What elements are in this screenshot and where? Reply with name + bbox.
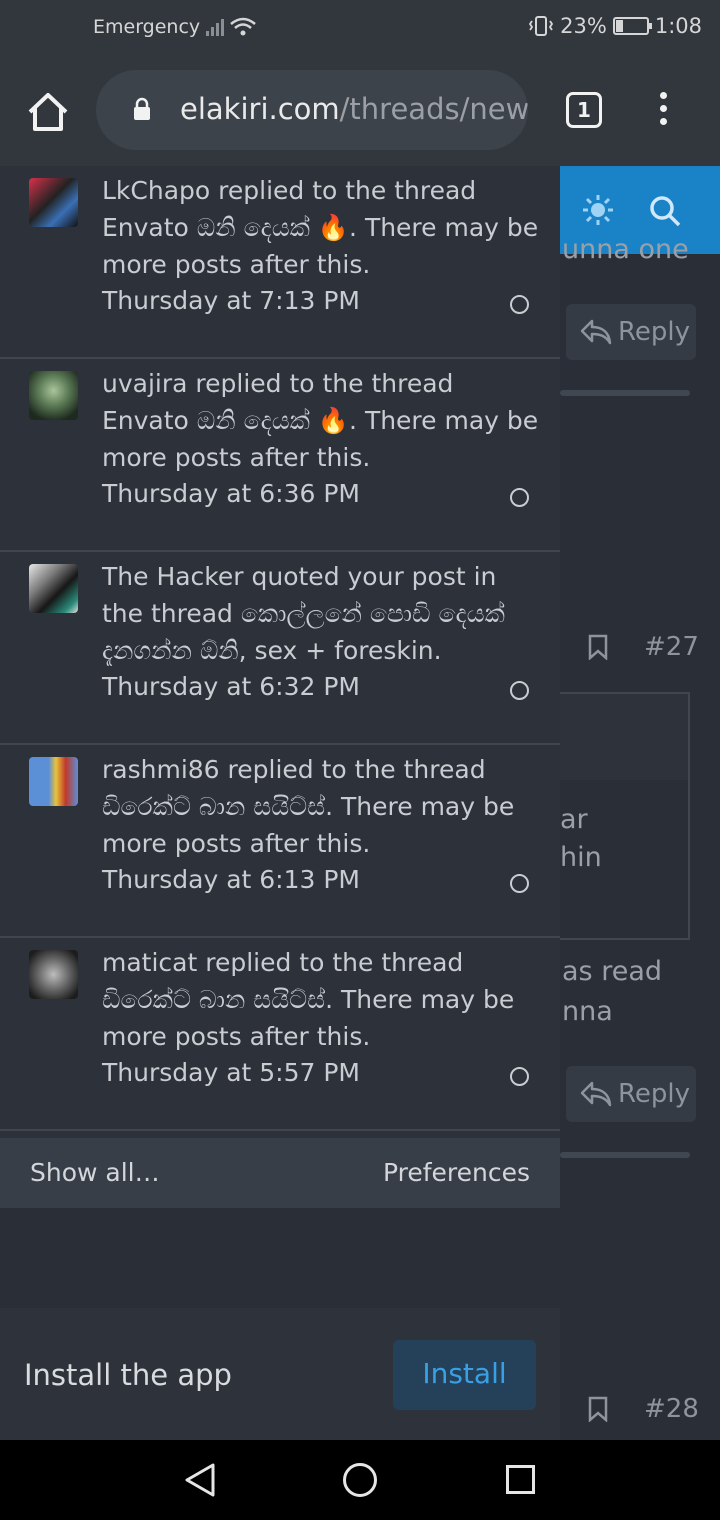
lock-icon <box>134 97 150 120</box>
reply-icon <box>580 1081 612 1107</box>
home-nav-icon[interactable] <box>343 1463 377 1497</box>
wifi-icon <box>230 17 256 36</box>
address-bar[interactable]: elakiri.com/threads/new <box>96 70 528 150</box>
reply-button[interactable]: Reply <box>566 1066 696 1122</box>
clock: 1:08 <box>654 14 702 38</box>
mark-read-icon[interactable] <box>510 874 529 893</box>
notification-time: Thursday at 5:57 PM <box>102 1058 360 1087</box>
notification-item[interactable]: maticat replied to the thread ඩිරෙක්ට් බ… <box>0 938 560 1131</box>
mark-read-icon[interactable] <box>510 488 529 507</box>
background-page: unna one Reply #27 ar hin as read nna Re… <box>560 166 720 1440</box>
browser-toolbar: elakiri.com/threads/new 1 <box>0 56 720 166</box>
background-text: hin <box>560 842 602 873</box>
background-text: unna one <box>562 234 689 265</box>
avatar[interactable] <box>29 178 78 227</box>
reply-label: Reply <box>618 317 691 347</box>
show-all-link[interactable]: Show all… <box>30 1158 160 1187</box>
overflow-menu-icon[interactable] <box>656 92 670 132</box>
search-icon[interactable] <box>648 194 682 228</box>
reply-button[interactable]: Reply <box>566 304 696 360</box>
reply-icon <box>580 319 612 345</box>
bookmark-icon[interactable] <box>588 1396 608 1422</box>
install-button[interactable]: Install <box>393 1340 536 1410</box>
background-text: nna <box>562 996 613 1027</box>
install-app-banner: Install the app Install <box>0 1308 560 1440</box>
avatar[interactable] <box>29 371 78 420</box>
home-icon[interactable] <box>26 90 70 134</box>
notification-time: Thursday at 6:32 PM <box>102 672 360 701</box>
tabs-icon[interactable]: 1 <box>566 92 602 128</box>
notification-text[interactable]: uvajira replied to the thread Envato ඔනි… <box>102 365 542 476</box>
background-text: as read <box>562 956 662 987</box>
mark-read-icon[interactable] <box>510 681 529 700</box>
battery-icon <box>612 17 652 35</box>
post-number[interactable]: #28 <box>644 1394 699 1424</box>
avatar[interactable] <box>29 950 78 999</box>
notification-text[interactable]: rashmi86 replied to the thread ඩිරෙක්ට් … <box>102 751 542 862</box>
notification-time: Thursday at 6:36 PM <box>102 479 360 508</box>
notifications-footer: Show all… Preferences <box>0 1138 560 1208</box>
preferences-link[interactable]: Preferences <box>383 1158 530 1187</box>
url-path: /threads/new <box>339 92 528 126</box>
panel-empty-area <box>0 1208 560 1308</box>
bookmark-icon[interactable] <box>588 634 608 660</box>
status-bar: Emergency 23% 1:08 <box>0 0 720 56</box>
back-icon[interactable] <box>184 1462 216 1498</box>
theme-toggle-icon[interactable] <box>582 194 614 226</box>
mark-read-icon[interactable] <box>510 295 529 314</box>
url-domain: elakiri.com <box>180 92 340 126</box>
signal-icon <box>206 18 225 36</box>
reply-label: Reply <box>618 1079 691 1109</box>
post-number[interactable]: #27 <box>644 632 699 662</box>
notification-text[interactable]: maticat replied to the thread ඩිරෙක්ට් බ… <box>102 944 542 1055</box>
background-text: ar <box>560 804 588 835</box>
mark-read-icon[interactable] <box>510 1067 529 1086</box>
avatar[interactable] <box>29 564 78 613</box>
divider <box>560 1152 690 1158</box>
notification-item[interactable]: uvajira replied to the thread Envato ඔනි… <box>0 359 560 552</box>
battery-percent: 23% <box>560 14 607 38</box>
notification-time: Thursday at 7:13 PM <box>102 286 360 315</box>
vibrate-icon <box>529 16 554 36</box>
notification-item[interactable]: rashmi86 replied to the thread ඩිරෙක්ට් … <box>0 745 560 938</box>
install-app-label: Install the app <box>24 1358 232 1392</box>
notification-text[interactable]: LkChapo replied to the thread Envato ඔනි… <box>102 172 542 283</box>
avatar[interactable] <box>29 757 78 806</box>
system-nav-bar <box>0 1440 720 1520</box>
notification-time: Thursday at 6:13 PM <box>102 865 360 894</box>
carrier-label: Emergency <box>93 16 201 38</box>
divider <box>560 390 690 396</box>
notification-item[interactable]: LkChapo replied to the thread Envato ඔනි… <box>0 166 560 359</box>
notifications-panel: LkChapo replied to the thread Envato ඔනි… <box>0 166 560 1308</box>
recents-icon[interactable] <box>506 1465 535 1494</box>
notification-text[interactable]: The Hacker quoted your post in the threa… <box>102 558 542 669</box>
notification-item[interactable]: The Hacker quoted your post in the threa… <box>0 552 560 745</box>
url-text: elakiri.com/threads/new <box>180 92 528 126</box>
